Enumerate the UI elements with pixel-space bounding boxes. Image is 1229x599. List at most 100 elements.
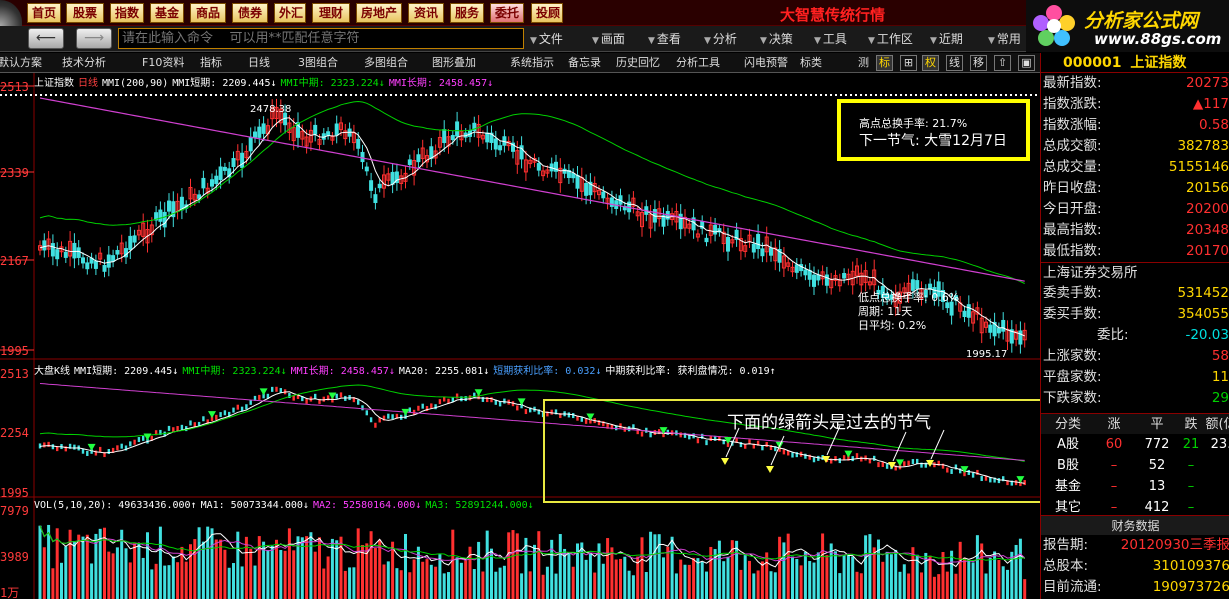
toolbar-toggle[interactable]: 线	[946, 55, 963, 71]
command-input[interactable]	[118, 28, 524, 49]
dropdown-menu[interactable]: ▼ 查看	[648, 30, 681, 47]
forward-button[interactable]: ⟶	[76, 28, 112, 49]
menu-item[interactable]: 委托	[490, 3, 524, 23]
toolbar-item[interactable]: 技术分析	[62, 55, 106, 71]
dropdown-menu[interactable]: ▼ 分析	[704, 30, 737, 47]
candle-body	[450, 135, 455, 141]
mid-candle	[335, 393, 338, 399]
toolbar-toggle[interactable]: 标	[876, 55, 893, 71]
finance-rows: 报告期: 20120930三季报 总股本: 310109376 目前流通: 1909737…	[1041, 535, 1229, 598]
dropdown-menu[interactable]: ▼ 工具	[814, 30, 847, 47]
category-row[interactable]: B股 – 52 –	[1041, 455, 1229, 476]
volume-bar	[950, 550, 954, 599]
volume-bar	[227, 567, 231, 599]
toolbar-item[interactable]: F10资料	[142, 55, 184, 71]
toolbar-item[interactable]: 标类	[800, 55, 822, 71]
back-button[interactable]: ⟵	[28, 28, 64, 49]
finance-row-label: 总股本:	[1043, 558, 1089, 574]
legend-entry: MMI短期: 2209.445↓	[74, 366, 179, 377]
category-row[interactable]: 基金 – 13 –	[1041, 476, 1229, 497]
candle-body	[377, 183, 382, 189]
volume-bar	[631, 575, 635, 599]
finance-row-value: 190973726	[1152, 579, 1229, 595]
mid-candle	[361, 405, 364, 411]
y-axis-label: 3989	[0, 550, 29, 564]
volume-bar	[975, 535, 979, 599]
candle-body	[201, 177, 206, 189]
volume-bar	[541, 574, 545, 599]
menu-item[interactable]: 基金	[150, 3, 184, 23]
dropdown-menu-label: 文件	[538, 32, 563, 46]
volume-bar	[477, 541, 481, 599]
y-axis-label: 7979	[0, 504, 29, 518]
toolbar-item[interactable]: 备忘录	[568, 55, 601, 71]
mid-candle	[490, 397, 493, 403]
volume-bar	[928, 555, 932, 599]
dropdown-menu[interactable]: ▼ 工作区	[868, 30, 913, 47]
menu-item[interactable]: 服务	[450, 3, 484, 23]
volume-bar	[313, 551, 317, 599]
dropdown-menu[interactable]: ▼ 画面	[592, 30, 625, 47]
candle-body	[842, 273, 847, 279]
finance-row: 目前流通: 190973726	[1041, 577, 1229, 598]
toolbar-item[interactable]: 3图组合	[298, 55, 338, 71]
dropdown-menu[interactable]: ▼ 决策	[760, 30, 793, 47]
toolbar-item[interactable]: 多图组合	[364, 55, 408, 71]
chart-title: 上证指数	[34, 78, 74, 89]
finance-row: 报告期: 20120930三季报	[1041, 535, 1229, 556]
volume-bar	[81, 536, 85, 599]
toolbar-item[interactable]: 分析工具	[676, 55, 720, 71]
volume-bar	[653, 534, 657, 599]
volume-bar	[481, 571, 485, 599]
toolbar-toggle[interactable]: ⇧	[994, 55, 1011, 71]
toolbar-toggle[interactable]: ⊞	[900, 55, 917, 71]
dropdown-menu[interactable]: ▼ 常用	[988, 30, 1021, 47]
toolbar-item[interactable]: 闪电预警	[744, 55, 788, 71]
quote-row-label: 总成交量:	[1043, 159, 1102, 175]
menu-item[interactable]: 理财	[312, 3, 350, 23]
quote-row-value: 5155146	[1168, 159, 1229, 175]
volume-bar	[318, 537, 321, 599]
toolbar-item[interactable]: 日线	[248, 55, 270, 71]
menu-item[interactable]: 外汇	[274, 3, 306, 23]
quote-row-value: 382783	[1177, 138, 1229, 154]
toolbar-toggle[interactable]: 移	[970, 55, 987, 71]
toolbar-item[interactable]: 历史回忆	[616, 55, 660, 71]
volume-bar	[408, 572, 412, 599]
toolbar-item[interactable]: 系统指示	[510, 55, 554, 71]
finance-row: 总股本: 310109376	[1041, 556, 1229, 577]
mid-candle	[116, 445, 119, 451]
volume-bar	[128, 562, 132, 599]
annotation-arrows-text: 下面的绿箭头是过去的节气	[727, 413, 931, 433]
order-row: 委比: -20.03	[1041, 325, 1229, 346]
menu-item[interactable]: 债券	[232, 3, 268, 23]
menu-item[interactable]: 房地产	[356, 3, 402, 23]
menu-item[interactable]: 股票	[66, 3, 104, 23]
candle-body	[72, 242, 77, 259]
toolbar-item[interactable]: 默认方案	[0, 55, 42, 71]
dropdown-menu[interactable]: ▼ 近期	[930, 30, 963, 47]
category-row[interactable]: A股607722123.	[1041, 434, 1229, 455]
candle-body	[248, 136, 253, 152]
volume-bar	[219, 539, 223, 599]
volume-bar	[808, 561, 812, 599]
category-table: 分类涨平跌额(亿A股607722123.B股–52–基金–13–其它–412–	[1041, 413, 1229, 518]
toolbar-toggle[interactable]: ▣	[1018, 55, 1035, 71]
menu-item[interactable]: 首页	[27, 3, 61, 23]
toolbar-item[interactable]: 测	[858, 55, 869, 71]
volume-bar	[176, 562, 180, 599]
menu-item[interactable]: 资讯	[408, 3, 444, 23]
toolbar-item[interactable]: 图形叠加	[432, 55, 476, 71]
volume-bar	[855, 571, 859, 599]
dropdown-menu[interactable]: ▼ 文件	[530, 30, 563, 47]
candle-body	[261, 123, 266, 134]
mid-candle	[137, 437, 141, 443]
menu-item[interactable]: 投顾	[531, 3, 563, 23]
chart-toolbar: 默认方案 技术分析 F10资料 指标 日线 3图组合 多图组合 图形叠加 系统指示 备忘录 历史回忆…	[0, 53, 1040, 73]
mid-candle	[391, 414, 394, 420]
toolbar-toggle[interactable]: 权	[922, 55, 939, 71]
menu-item[interactable]: 指数	[110, 3, 144, 23]
menu-item[interactable]: 商品	[190, 3, 226, 23]
toolbar-item[interactable]: 指标	[200, 55, 222, 71]
dropdown-menu-label: 近期	[938, 32, 963, 46]
